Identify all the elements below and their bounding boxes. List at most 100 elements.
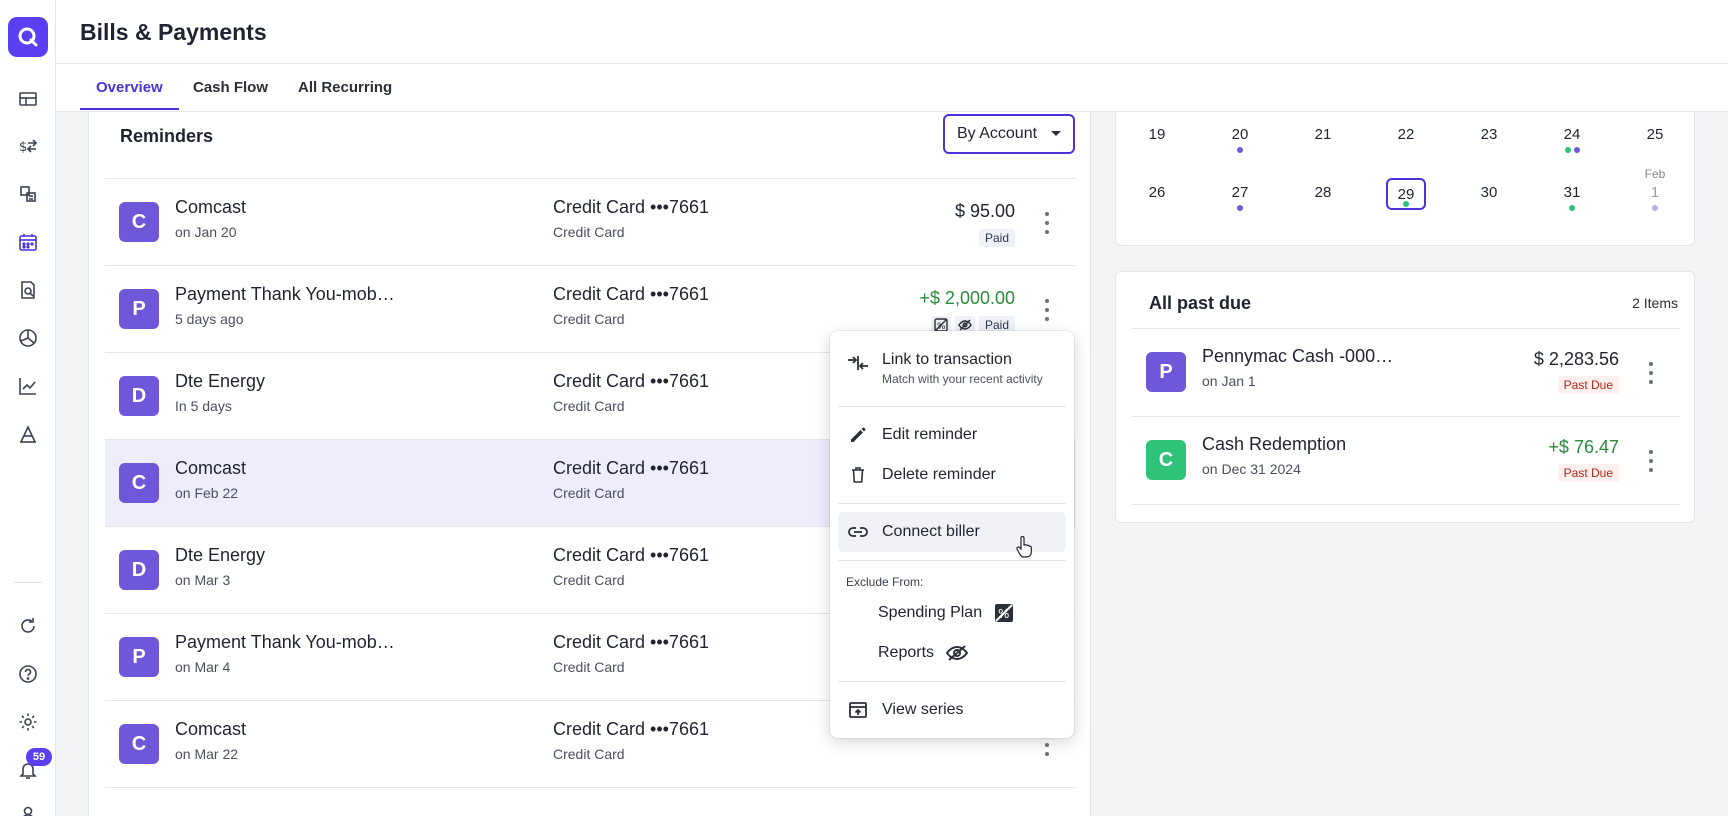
calendar-day-selected[interactable]: 29: [1386, 178, 1426, 210]
account-type: Credit Card: [553, 485, 625, 501]
account-name: Credit Card •••7661: [553, 632, 709, 652]
account-type: Credit Card: [553, 572, 625, 588]
calendar-day[interactable]: 27: [1220, 184, 1260, 211]
amount: +$ 2,000.00: [919, 288, 1015, 308]
tab-all-recurring[interactable]: All Recurring: [298, 79, 392, 110]
accounts-icon[interactable]: [16, 182, 40, 206]
exclude-from-label: Exclude From:: [846, 575, 924, 589]
calendar-day-number: 24: [1563, 126, 1581, 143]
calendar-day[interactable]: 20: [1220, 126, 1260, 153]
calendar-day[interactable]: 31: [1552, 184, 1592, 211]
dashboard-icon[interactable]: [16, 87, 40, 111]
rail-divider: [14, 582, 42, 583]
amount: $ 95.00: [954, 201, 1015, 221]
bills-calendar-icon[interactable]: [0, 222, 56, 262]
calendar-day[interactable]: 21: [1303, 126, 1343, 143]
payee-avatar: C: [119, 724, 159, 764]
past-due-row[interactable]: C Cash Redemption on Dec 31 2024 +$ 76.4…: [1132, 417, 1679, 505]
paid-status-badge: Paid: [978, 229, 1015, 247]
menu-divider: [838, 681, 1066, 682]
due-date: on Dec 31 2024: [1202, 461, 1301, 477]
exclude-reports-item[interactable]: Reports: [846, 637, 1066, 669]
calendar-card: 19 20 21 22 23 24 25 26 27 28 29 30 31 F…: [1115, 100, 1695, 246]
account-type: Credit Card: [553, 224, 625, 240]
connect-biller-label: Connect biller: [882, 523, 980, 540]
due-date: on Jan 20: [175, 224, 237, 240]
tab-overview[interactable]: Overview: [80, 79, 179, 110]
refresh-icon[interactable]: [16, 614, 40, 638]
calendar-day[interactable]: 22: [1386, 126, 1426, 143]
app-logo-icon[interactable]: [8, 17, 48, 57]
due-date: on Feb 22: [175, 485, 239, 501]
payee-name: Comcast: [175, 719, 247, 739]
view-series-item[interactable]: View series: [838, 690, 1066, 730]
more-options-icon[interactable]: [1039, 299, 1055, 321]
delete-reminder-item[interactable]: Delete reminder: [838, 455, 1066, 495]
payee-name: Comcast: [175, 458, 247, 478]
account-type: Credit Card: [553, 311, 625, 327]
due-date: on Mar 22: [175, 746, 239, 762]
link-to-transaction-sub: Match with your recent activity: [882, 372, 1043, 386]
due-date: on Jan 1: [1202, 373, 1256, 389]
payee-name: Pennymac Cash -000…: [1202, 346, 1394, 366]
svg-text:$: $: [19, 140, 27, 155]
tab-cash-flow[interactable]: Cash Flow: [193, 79, 268, 110]
payee-name: Dte Energy: [175, 371, 266, 391]
account-name: Credit Card •••7661: [553, 284, 709, 304]
spending-plan-excluded-icon: %: [994, 603, 1014, 623]
link-chain-icon: [846, 520, 870, 544]
payee-name: Comcast: [175, 197, 247, 217]
trash-icon: [846, 463, 870, 487]
group-by-dropdown[interactable]: By Account: [943, 114, 1075, 154]
calendar-day[interactable]: 24: [1552, 126, 1592, 153]
payee-avatar: D: [119, 550, 159, 590]
account-type: Credit Card: [553, 746, 625, 762]
payee-avatar: C: [119, 202, 159, 242]
hand-pointer-icon: [1015, 535, 1033, 563]
payee-avatar: P: [1146, 352, 1186, 392]
more-options-icon[interactable]: [1643, 450, 1659, 472]
reminder-context-menu: Link to transaction Match with your rece…: [830, 331, 1074, 738]
help-icon[interactable]: [16, 662, 40, 686]
calendar-day-number: 1: [1650, 184, 1660, 201]
more-options-icon[interactable]: [1643, 362, 1659, 384]
payee-name: Payment Thank You-mob…: [175, 284, 395, 304]
calendar-day[interactable]: 26: [1137, 184, 1177, 201]
payee-avatar: C: [1146, 440, 1186, 480]
calendar-day[interactable]: 25: [1635, 126, 1675, 143]
calendar-day[interactable]: 30: [1469, 184, 1509, 201]
page-title: Bills & Payments: [80, 19, 267, 45]
payee-avatar: P: [119, 637, 159, 677]
next-month-label: Feb: [1644, 167, 1666, 181]
account-name: Credit Card •••7661: [553, 371, 709, 391]
planning-icon[interactable]: [16, 422, 40, 446]
spending-plan-label: Spending Plan: [878, 604, 983, 621]
amount: +$ 76.47: [1548, 437, 1619, 457]
link-to-transaction-item[interactable]: Link to transaction Match with your rece…: [838, 343, 1066, 393]
header-divider: [56, 63, 1728, 64]
calendar-day[interactable]: 28: [1303, 184, 1343, 201]
payee-avatar: P: [119, 289, 159, 329]
payee-avatar: C: [119, 463, 159, 503]
calendar-day-number: 27: [1231, 184, 1249, 201]
exclude-spending-plan-item[interactable]: Spending Plan %: [846, 597, 1066, 629]
calendar-day[interactable]: Feb 1: [1635, 167, 1675, 211]
caret-down-icon: [1051, 131, 1061, 136]
account-name: Credit Card •••7661: [553, 458, 709, 478]
reports-search-icon[interactable]: [16, 278, 40, 302]
edit-reminder-item[interactable]: Edit reminder: [838, 415, 1066, 455]
profile-icon[interactable]: [16, 802, 40, 816]
more-options-icon[interactable]: [1039, 212, 1055, 234]
spending-pie-icon[interactable]: [16, 326, 40, 350]
link-to-transaction-label: Link to transaction: [882, 351, 1012, 368]
investments-chart-icon[interactable]: [16, 374, 40, 398]
calendar-day[interactable]: 23: [1469, 126, 1509, 143]
link-transaction-icon: [846, 351, 870, 375]
transactions-icon[interactable]: $: [16, 134, 40, 158]
reminder-row[interactable]: C Comcast on Jan 20 Credit Card •••7661 …: [105, 179, 1075, 266]
open-series-icon: [846, 698, 870, 722]
calendar-day[interactable]: 19: [1137, 126, 1177, 143]
settings-gear-icon[interactable]: [16, 710, 40, 734]
past-due-row[interactable]: P Pennymac Cash -000… on Jan 1 $ 2,283.5…: [1132, 329, 1679, 417]
pencil-icon: [846, 423, 870, 447]
